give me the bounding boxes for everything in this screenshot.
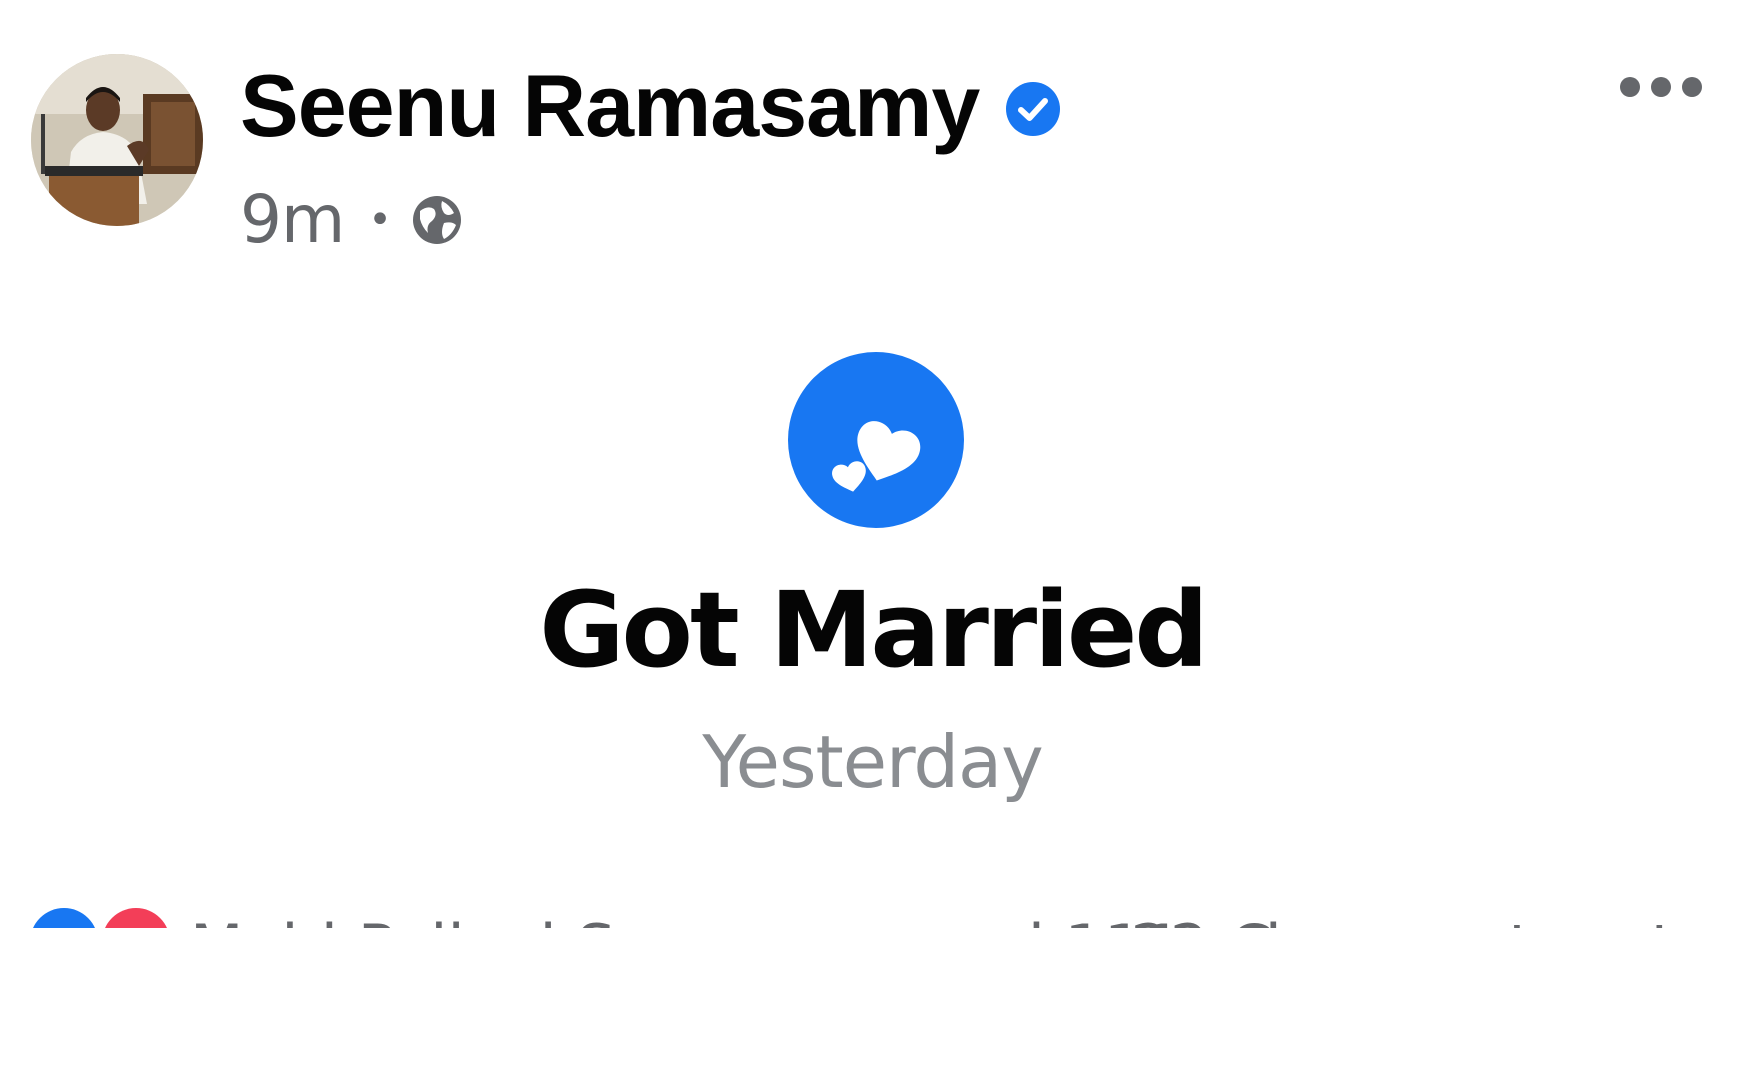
post-timestamp[interactable]: 9m <box>240 180 345 260</box>
more-options-button[interactable] <box>1616 70 1706 104</box>
avatar-image <box>31 54 203 226</box>
meta-separator: • <box>368 197 392 243</box>
life-event-icon-badge <box>788 352 964 528</box>
love-reaction-icon[interactable] <box>102 908 170 928</box>
author-row: Seenu Ramasamy <box>240 56 1061 156</box>
author-name[interactable]: Seenu Ramasamy <box>240 56 980 156</box>
author-avatar[interactable] <box>31 54 203 226</box>
post-meta: 9m • <box>240 180 464 260</box>
comments-count[interactable]: 22 Comments <box>1130 908 1565 928</box>
life-event-title: Got Married <box>539 569 1209 691</box>
shares-count[interactable]: t <box>1651 908 1675 928</box>
hearts-icon <box>832 421 921 492</box>
verified-badge-icon <box>1006 82 1061 136</box>
like-reaction-icon[interactable] <box>30 908 98 928</box>
reactions-bar: Mahi Pallavi Saravanan and 111 others 22… <box>0 880 1745 928</box>
globe-icon[interactable] <box>410 193 464 247</box>
more-options-icon <box>1620 77 1702 97</box>
life-event-date: Yesterday <box>702 720 1044 804</box>
